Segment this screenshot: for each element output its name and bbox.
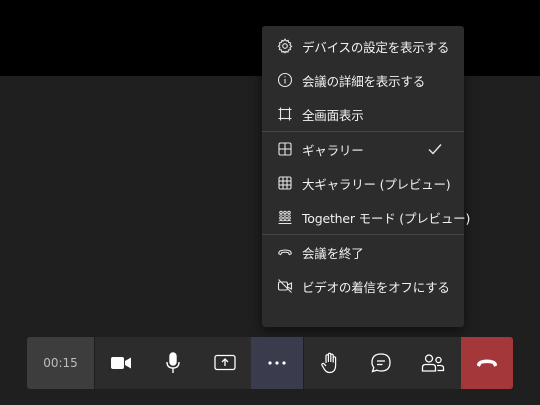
together-mode-icon xyxy=(276,208,294,226)
more-options-button[interactable] xyxy=(251,337,303,389)
menu-item-turn-off-incoming-video[interactable]: ビデオの着信をオフにする xyxy=(262,269,464,303)
hand-icon xyxy=(320,352,340,374)
share-screen-button[interactable] xyxy=(199,337,251,389)
phone-hangup-icon xyxy=(476,357,498,369)
menu-item-label: ギャラリー xyxy=(302,142,364,158)
end-meeting-icon xyxy=(276,243,294,261)
grid-3x3-icon xyxy=(276,174,294,192)
menu-item-fullscreen[interactable]: 全画面表示 xyxy=(262,97,464,131)
menu-item-end-meeting[interactable]: 会議を終了 xyxy=(262,235,464,269)
menu-item-label: 会議の詳細を表示する xyxy=(302,73,426,89)
menu-item-gallery[interactable]: ギャラリー xyxy=(262,132,464,166)
video-off-icon xyxy=(276,277,294,295)
more-icon xyxy=(268,361,286,365)
hangup-button[interactable] xyxy=(461,337,513,389)
menu-item-device-settings[interactable]: デバイスの設定を表示する xyxy=(262,29,464,63)
gear-icon xyxy=(276,37,294,55)
info-icon xyxy=(276,71,294,89)
menu-item-meeting-details[interactable]: 会議の詳細を表示する xyxy=(262,63,464,97)
camera-icon xyxy=(110,355,132,371)
menu-item-label: 会議を終了 xyxy=(302,245,364,261)
meeting-timer: 00:15 xyxy=(27,337,95,389)
participants-button[interactable] xyxy=(407,337,459,389)
menu-item-label: デバイスの設定を表示する xyxy=(302,39,450,55)
menu-item-label: Together モード (プレビュー) xyxy=(302,210,471,226)
chat-icon xyxy=(370,352,392,374)
menu-item-large-gallery[interactable]: 大ギャラリー (プレビュー) xyxy=(262,166,464,200)
menu-item-label: ビデオの着信をオフにする xyxy=(302,279,450,295)
camera-button[interactable] xyxy=(95,337,147,389)
people-icon xyxy=(421,353,445,373)
checkmark-icon xyxy=(426,140,444,158)
fullscreen-icon xyxy=(276,105,294,123)
share-screen-icon xyxy=(214,354,236,372)
grid-2x2-icon xyxy=(276,140,294,158)
more-options-menu: デバイスの設定を表示する 会議の詳細を表示する 全画面表示 ギャラリー 大ギャラ… xyxy=(262,26,470,327)
microphone-icon xyxy=(165,352,181,374)
menu-item-label: 大ギャラリー (プレビュー) xyxy=(302,176,451,192)
menu-item-label: 全画面表示 xyxy=(302,107,364,123)
menu-item-together-mode[interactable]: Together モード (プレビュー) xyxy=(262,200,470,234)
meeting-toolbar: 00:15 xyxy=(27,337,513,389)
raise-hand-button[interactable] xyxy=(303,337,355,389)
microphone-button[interactable] xyxy=(147,337,199,389)
chat-button[interactable] xyxy=(355,337,407,389)
